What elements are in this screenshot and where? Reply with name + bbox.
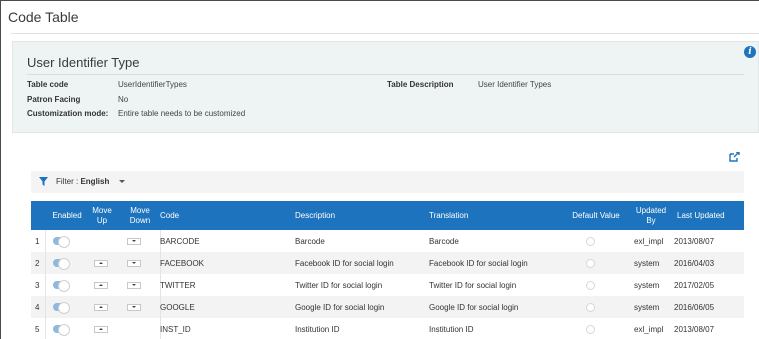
last-updated-cell: 2013/08/07 <box>674 236 715 246</box>
table-description-field: Table Description <box>387 80 454 89</box>
code-cell: FACEBOOK <box>160 258 205 268</box>
default-value-radio[interactable] <box>586 274 595 296</box>
export-icon[interactable] <box>729 152 740 162</box>
table-row: 3 TWITTER Twitter ID for social login Tw… <box>31 274 744 296</box>
patron-facing-label: Patron Facing <box>27 95 81 104</box>
last-updated-cell: 2013/08/07 <box>674 324 715 334</box>
filter-label-wrap: Filter : English <box>56 177 109 186</box>
filter-value: English <box>80 177 110 186</box>
row-number: 2 <box>35 258 40 268</box>
table-description-value-wrap: User Identifier Types <box>478 80 551 89</box>
enabled-toggle[interactable] <box>53 274 70 296</box>
description-cell: Twitter ID for social login <box>295 280 383 290</box>
enabled-toggle[interactable] <box>53 230 70 252</box>
move-down-button[interactable] <box>127 230 141 252</box>
section-divider <box>27 74 744 75</box>
header-code[interactable]: Code <box>160 201 290 230</box>
table-row: 1 BARCODE Barcode Barcode exl_impl 2013/… <box>31 230 744 252</box>
description-cell: Google ID for social login <box>295 302 385 312</box>
code-cell: TWITTER <box>160 280 196 290</box>
code-cell: GOOGLE <box>160 302 195 312</box>
filter-icon <box>39 177 48 186</box>
enabled-toggle[interactable] <box>53 318 70 339</box>
title-divider <box>11 33 759 34</box>
enabled-toggle[interactable] <box>53 296 70 318</box>
description-cell: Barcode <box>295 236 325 246</box>
table-description-label: Table Description <box>387 80 454 89</box>
header-updated-by[interactable]: Updated By <box>633 201 669 230</box>
table-header: Enabled Move Up Move Down Code Description… <box>31 201 744 230</box>
customization-value: Entire table needs to be customized <box>118 109 246 118</box>
customization-value-wrap: Entire table needs to be customized <box>118 109 245 118</box>
filter-label: Filter : <box>56 177 81 186</box>
header-translation[interactable]: Translation <box>429 201 559 230</box>
updated-by-cell: exl_impl <box>634 236 664 246</box>
last-updated-cell: 2017/02/05 <box>674 280 715 290</box>
default-value-radio[interactable] <box>586 296 595 318</box>
default-value-radio[interactable] <box>586 318 595 339</box>
description-cell: Facebook ID for social login <box>295 258 394 268</box>
page-title: Code Table <box>8 9 79 25</box>
row-number: 5 <box>35 324 40 334</box>
move-up-button[interactable] <box>94 252 108 274</box>
header-default-value[interactable]: Default Value <box>561 201 631 230</box>
info-icon[interactable]: i <box>744 46 756 58</box>
patron-facing-value-wrap: No <box>118 95 128 104</box>
header-move-down[interactable]: Move Down <box>119 201 161 230</box>
translation-cell: Facebook ID for social login <box>429 258 528 268</box>
translation-cell: Barcode <box>429 236 459 246</box>
enabled-toggle[interactable] <box>53 252 70 274</box>
code-table: Enabled Move Up Move Down Code Description… <box>31 201 744 339</box>
table-code-field: Table code <box>27 80 68 89</box>
chevron-down-icon[interactable] <box>119 180 125 183</box>
code-cell: BARCODE <box>160 236 200 246</box>
default-value-radio[interactable] <box>586 230 595 252</box>
table-row: 4 GOOGLE Google ID for social login Goog… <box>31 296 744 318</box>
move-down-button[interactable] <box>127 252 141 274</box>
table-row: 2 FACEBOOK Facebook ID for social login … <box>31 252 744 274</box>
table-code-label: Table code <box>27 80 69 89</box>
customization-label: Customization mode: <box>27 109 109 118</box>
filter-bar[interactable]: Filter : English <box>31 171 744 193</box>
row-number: 1 <box>35 236 40 246</box>
updated-by-cell: system <box>634 280 660 290</box>
customization-field: Customization mode: <box>27 109 108 118</box>
section-title: User Identifier Type <box>27 55 140 70</box>
header-last-updated[interactable]: Last Updated <box>677 201 743 230</box>
header-description[interactable]: Description <box>295 201 425 230</box>
table-details-panel: i User Identifier Type Table code UserId… <box>12 41 759 133</box>
translation-cell: Google ID for social login <box>429 302 519 312</box>
table-code-value-wrap: UserIdentifierTypes <box>118 80 187 89</box>
translation-cell: Twitter ID for social login <box>429 280 517 290</box>
table-description-value: User Identifier Types <box>478 80 552 89</box>
move-up-button[interactable] <box>94 274 108 296</box>
table-code-value: UserIdentifierTypes <box>118 80 187 89</box>
translation-cell: Institution ID <box>429 324 474 334</box>
header-move-up[interactable]: Move Up <box>87 201 117 230</box>
default-value-radio[interactable] <box>586 252 595 274</box>
updated-by-cell: exl_impl <box>634 324 664 334</box>
row-number: 4 <box>35 302 40 312</box>
row-number: 3 <box>35 280 40 290</box>
move-down-button[interactable] <box>127 274 141 296</box>
header-enabled[interactable]: Enabled <box>47 201 87 230</box>
move-up-button[interactable] <box>94 318 108 339</box>
updated-by-cell: system <box>634 302 660 312</box>
patron-facing-field: Patron Facing <box>27 95 80 104</box>
patron-facing-value: No <box>118 95 129 104</box>
updated-by-cell: system <box>634 258 660 268</box>
code-cell: INST_ID <box>160 324 191 334</box>
last-updated-cell: 2016/04/03 <box>674 258 715 268</box>
move-down-button[interactable] <box>127 296 141 318</box>
table-row: 5 INST_ID Institution ID Institution ID … <box>31 318 744 339</box>
move-up-button[interactable] <box>94 296 108 318</box>
last-updated-cell: 2016/06/05 <box>674 302 715 312</box>
description-cell: Institution ID <box>295 324 340 334</box>
